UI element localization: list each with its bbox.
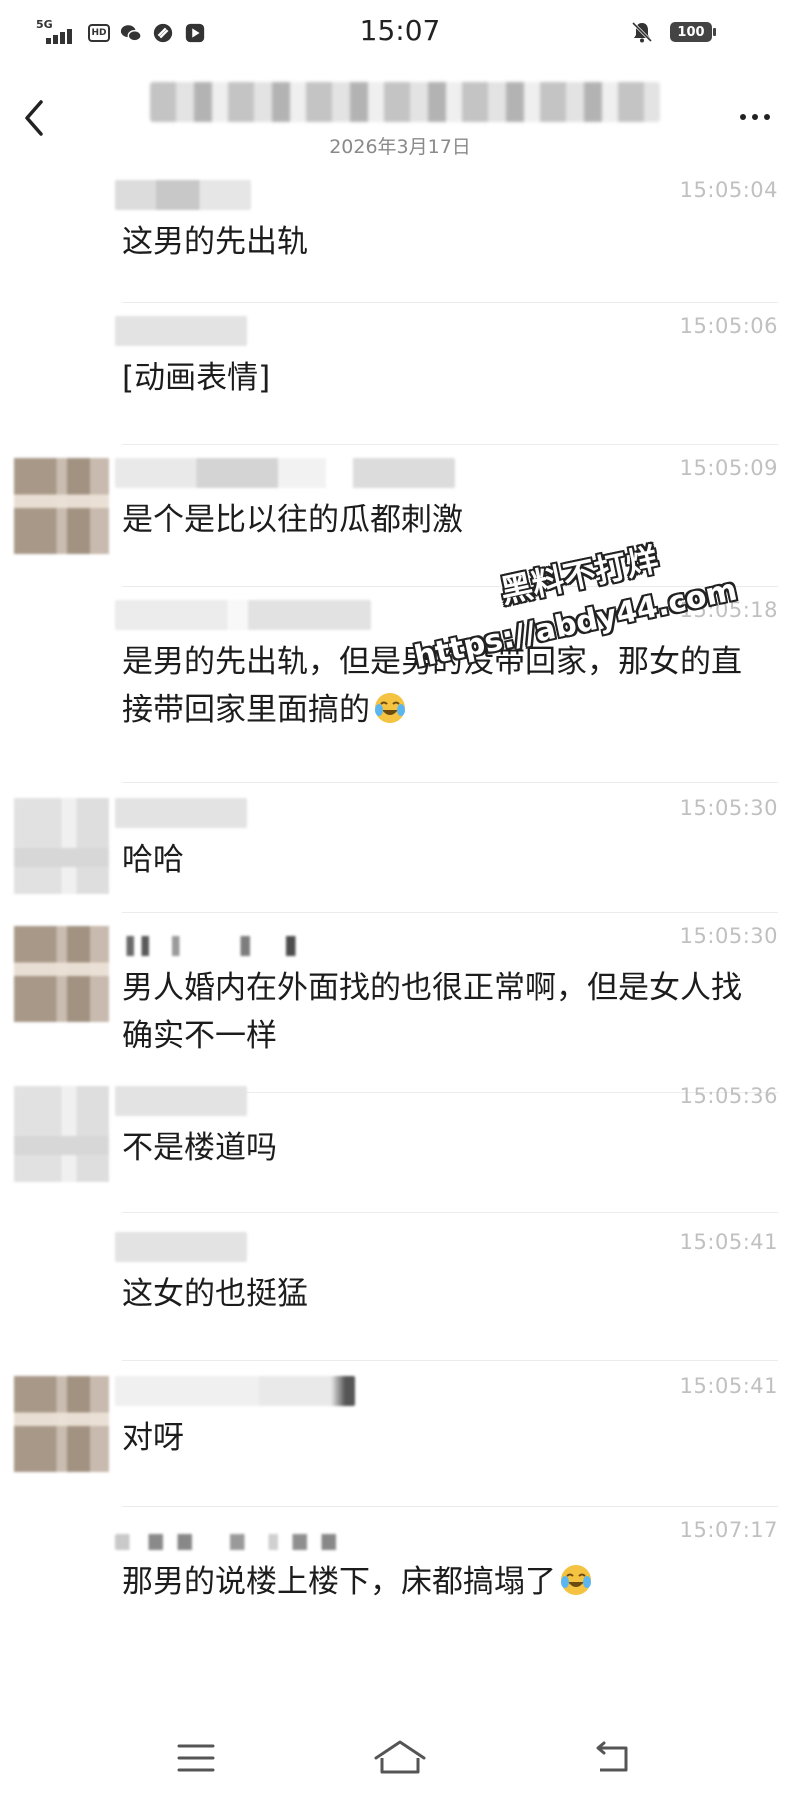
message-text[interactable]: 那男的说楼上楼下，床都搞塌了 [122,1558,762,1606]
message-text[interactable]: 是个是比以往的瓜都刺激 [122,496,762,544]
message-text-body: 是男的先出轨，但是男的没带回家，那女的直接带回家里面搞的 [122,644,742,728]
message-text[interactable]: 男人婚内在外面找的也很正常啊，但是女人找确实不一样 [122,964,762,1060]
sender-name-redacted [115,936,305,956]
message-item[interactable]: 15:05:04 这男的先出轨 [0,166,800,316]
message-item[interactable]: 15:05:36 不是楼道吗 [0,1072,800,1222]
message-time: 15:05:04 [679,178,778,202]
message-text[interactable]: 是男的先出轨，但是男的没带回家，那女的直接带回家里面搞的 [122,638,762,734]
sender-name-redacted [115,1376,355,1406]
sender-name-redacted [115,798,247,828]
more-icon [740,114,746,120]
message-item[interactable]: 15:05:18 是男的先出轨，但是男的没带回家，那女的直接带回家里面搞的 [0,586,800,786]
sender-name-redacted [115,600,371,630]
message-item[interactable]: 15:05:09 是个是比以往的瓜都刺激 [0,444,800,594]
sender-name-redacted [115,1232,247,1262]
sender-name-redacted [115,458,455,488]
laugh-cry-emoji-icon [375,693,405,723]
chat-header: 2026年3月17日 [0,66,800,166]
back-nav-button[interactable] [584,1728,644,1788]
back-nav-icon [596,1741,628,1772]
sender-name-redacted [115,1086,247,1116]
avatar[interactable] [14,798,109,894]
message-text[interactable]: [动画表情] [122,354,762,402]
mute-icon [631,21,653,43]
message-item[interactable]: 15:07:17 那男的说楼上楼下，床都搞塌了 [0,1506,800,1686]
navigation-bar [0,1708,800,1806]
message-time: 15:05:36 [679,1084,778,1108]
sender-name-redacted [115,1534,355,1550]
home-icon [374,1740,426,1774]
sender-name-redacted [115,180,251,210]
message-time: 15:05:30 [679,924,778,948]
status-icons-right: 100 [630,20,716,44]
home-button[interactable] [370,1728,430,1788]
message-item[interactable]: 15:05:06 [动画表情] [0,302,800,452]
separator [122,782,778,783]
message-time: 15:05:41 [679,1230,778,1254]
chat-date: 2026年3月17日 [329,136,471,158]
menu-button[interactable] [166,1728,226,1788]
more-button[interactable] [732,102,778,132]
message-time: 15:05:09 [679,456,778,480]
message-time: 15:05:41 [679,1374,778,1398]
avatar[interactable] [14,1086,109,1182]
avatar[interactable] [14,458,109,554]
message-item[interactable]: 15:05:41 对呀 [0,1362,800,1512]
message-text[interactable]: 哈哈 [122,836,762,884]
status-bar: 5G HD 15:07 100 [0,0,800,66]
message-item[interactable]: 15:05:41 这女的也挺猛 [0,1218,800,1368]
chat-title-redacted [150,82,660,122]
message-text[interactable]: 这男的先出轨 [122,218,762,266]
separator [122,1212,778,1213]
message-time: 15:07:17 [679,1518,778,1542]
sender-name-redacted [115,316,247,346]
message-time: 15:05:30 [679,796,778,820]
message-list[interactable]: 15:05:04 这男的先出轨 15:05:06 [动画表情] 15:05:09… [0,166,800,1690]
message-text[interactable]: 对呀 [122,1414,762,1462]
menu-icon [177,1744,215,1772]
battery-level: 100 [677,24,705,40]
message-time: 15:05:06 [679,314,778,338]
separator [122,1360,778,1361]
message-text[interactable]: 不是楼道吗 [122,1124,762,1172]
message-text-body: 那男的说楼上楼下，床都搞塌了 [122,1564,556,1600]
message-text[interactable]: 这女的也挺猛 [122,1270,762,1318]
avatar[interactable] [14,926,109,1022]
avatar[interactable] [14,1376,109,1472]
laugh-cry-emoji-icon [561,1565,591,1595]
message-time: 15:05:18 [679,598,778,622]
battery-icon: 100 [670,22,716,42]
